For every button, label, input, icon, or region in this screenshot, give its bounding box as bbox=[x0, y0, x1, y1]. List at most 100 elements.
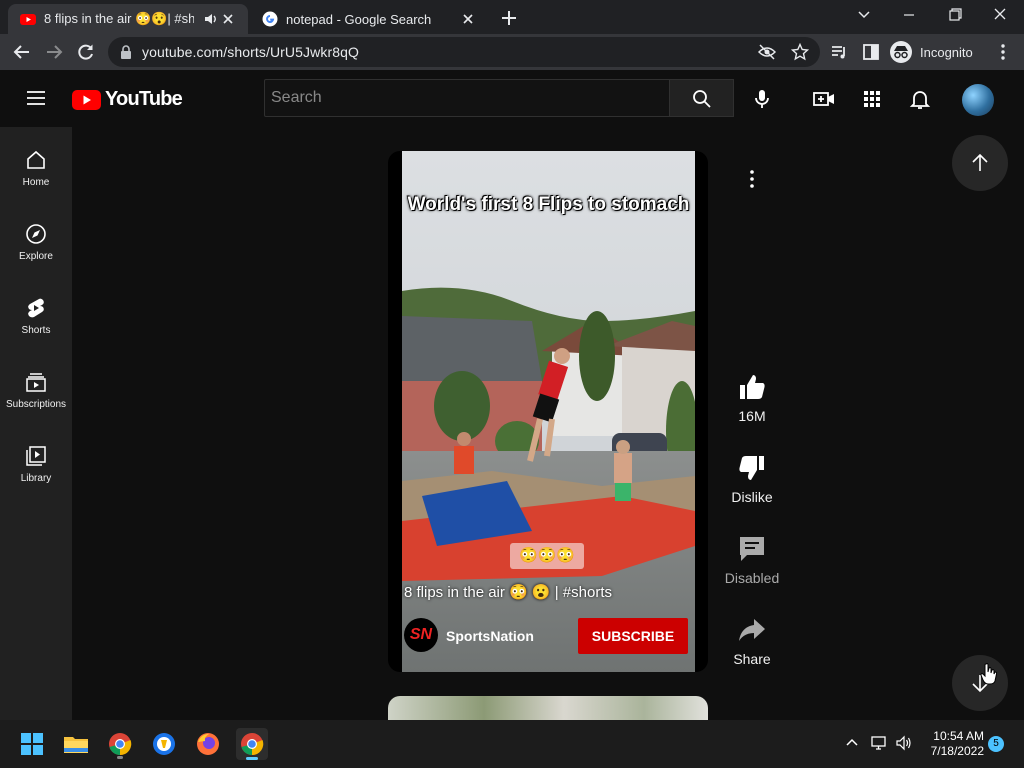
chrome-menu-icon[interactable] bbox=[993, 42, 1013, 62]
channel-name[interactable]: SportsNation bbox=[446, 628, 534, 644]
tab-close-icon[interactable] bbox=[460, 11, 476, 27]
youtube-wordmark: YouTube bbox=[105, 88, 183, 110]
new-tab-icon[interactable] bbox=[498, 7, 520, 29]
sidebar-item-label: Subscriptions bbox=[5, 399, 67, 410]
like-button[interactable]: 16M bbox=[720, 372, 784, 424]
sidebar-item-label: Explore bbox=[19, 251, 53, 262]
lock-icon[interactable] bbox=[120, 45, 132, 59]
search-placeholder: Search bbox=[271, 89, 322, 106]
hamburger-menu-icon[interactable] bbox=[26, 88, 46, 108]
home-icon bbox=[27, 150, 45, 169]
tab-search-chevron-icon[interactable] bbox=[850, 5, 878, 25]
tab-title: notepad - Google Search bbox=[286, 11, 432, 27]
sidebar-item-home[interactable]: Home bbox=[0, 127, 72, 201]
folder-icon bbox=[64, 737, 88, 753]
library-icon bbox=[26, 446, 46, 466]
taskbar-brave[interactable] bbox=[148, 728, 180, 760]
volume-icon[interactable] bbox=[895, 734, 913, 752]
arrow-up-icon bbox=[972, 153, 988, 171]
clock-date: 7/18/2022 bbox=[930, 744, 984, 758]
taskbar-file-explorer[interactable] bbox=[60, 728, 92, 760]
dislike-button[interactable]: Dislike bbox=[720, 453, 784, 505]
window-close-icon[interactable] bbox=[986, 5, 1014, 25]
taskbar-firefox[interactable] bbox=[192, 728, 224, 760]
reload-icon[interactable] bbox=[76, 42, 96, 62]
search-icon bbox=[693, 90, 711, 108]
sidebar-item-label: Shorts bbox=[21, 325, 51, 336]
sidebar-item-label: Library bbox=[20, 473, 52, 484]
search-button[interactable] bbox=[670, 79, 734, 117]
firefox-icon bbox=[197, 733, 219, 755]
comments-button[interactable]: Disabled bbox=[720, 534, 784, 586]
tab-close-icon[interactable] bbox=[220, 11, 236, 27]
clock-time: 10:54 AM bbox=[933, 729, 984, 743]
share-button[interactable]: Share bbox=[720, 615, 784, 667]
show-hidden-icons-chevron-icon[interactable] bbox=[843, 734, 861, 752]
sidebar-item-subscriptions[interactable]: Subscriptions bbox=[0, 349, 72, 423]
microphone-icon[interactable] bbox=[750, 87, 774, 111]
browser-shield-icon bbox=[153, 733, 175, 755]
create-video-icon[interactable] bbox=[812, 87, 836, 111]
running-indicator bbox=[117, 756, 123, 759]
chrome-icon bbox=[241, 733, 264, 756]
compass-icon bbox=[26, 224, 46, 244]
start-button[interactable] bbox=[16, 728, 48, 760]
subscriptions-icon bbox=[26, 373, 46, 392]
notification-count-badge[interactable]: 5 bbox=[988, 736, 1004, 752]
thumbs-up-icon bbox=[740, 375, 765, 399]
windows-start-icon bbox=[21, 733, 43, 755]
active-indicator bbox=[246, 757, 258, 760]
sidebar-item-shorts[interactable]: Shorts bbox=[0, 275, 72, 349]
bookmark-star-icon[interactable] bbox=[791, 43, 809, 61]
comment-icon bbox=[740, 537, 764, 561]
channel-avatar[interactable]: SN bbox=[404, 618, 438, 652]
youtube-header: YouTube Search bbox=[0, 70, 1024, 127]
youtube-favicon-icon bbox=[20, 14, 36, 25]
back-arrow-icon[interactable] bbox=[12, 42, 32, 62]
eye-slash-icon[interactable] bbox=[758, 44, 776, 60]
network-icon[interactable] bbox=[870, 734, 888, 752]
short-title[interactable]: 8 flips in the air 😳 😮 | #shorts bbox=[404, 583, 612, 601]
restore-icon[interactable] bbox=[941, 5, 969, 25]
previous-short-button[interactable] bbox=[952, 135, 1008, 191]
minimize-icon[interactable] bbox=[895, 5, 923, 25]
youtube-logo[interactable]: YouTube bbox=[72, 88, 183, 111]
notifications-bell-icon[interactable] bbox=[908, 87, 932, 111]
system-clock[interactable]: 10:54 AM 7/18/2022 bbox=[922, 729, 984, 759]
thumbs-down-icon bbox=[739, 456, 764, 480]
incognito-label: Incognito bbox=[920, 44, 973, 60]
subscribe-button[interactable]: SUBSCRIBE bbox=[578, 618, 688, 654]
video-caption-overlay: World's first 8 Flips to stomach bbox=[407, 194, 690, 215]
address-bar[interactable]: youtube.com/shorts/UrU5Jwkr8qQ bbox=[108, 37, 820, 67]
incognito-indicator[interactable]: Incognito bbox=[890, 38, 973, 66]
url-text: youtube.com/shorts/UrU5Jwkr8qQ bbox=[142, 44, 359, 60]
more-options-icon[interactable] bbox=[742, 168, 762, 190]
tab-google-search[interactable]: notepad - Google Search bbox=[250, 4, 488, 34]
youtube-play-logo-icon bbox=[72, 89, 101, 110]
emoji-caption: 😳😳😳 bbox=[510, 543, 584, 569]
side-panel-icon[interactable] bbox=[861, 42, 881, 62]
apps-grid-icon[interactable] bbox=[860, 87, 884, 111]
sidebar-item-explore[interactable]: Explore bbox=[0, 201, 72, 275]
google-favicon-icon bbox=[262, 11, 278, 27]
avatar[interactable] bbox=[962, 84, 994, 116]
next-short-preview[interactable] bbox=[388, 696, 708, 720]
video-frame[interactable]: World's first 8 Flips to stomach 😳😳😳 8 f… bbox=[402, 151, 695, 672]
sidebar-item-label: Home bbox=[22, 177, 50, 188]
sidebar-item-library[interactable]: Library bbox=[0, 423, 72, 497]
tab-youtube-short[interactable]: 8 flips in the air 😳😯| #shorts bbox=[8, 4, 248, 34]
incognito-icon bbox=[890, 41, 912, 63]
dislike-label: Dislike bbox=[731, 489, 773, 505]
share-label: Share bbox=[733, 651, 771, 667]
search-input[interactable]: Search bbox=[264, 79, 670, 117]
comments-label: Disabled bbox=[724, 570, 780, 586]
tab-audio-icon[interactable] bbox=[204, 11, 218, 27]
forward-arrow-icon[interactable] bbox=[44, 42, 64, 62]
browser-toolbar: youtube.com/shorts/UrU5Jwkr8qQ Incognito bbox=[0, 34, 1024, 70]
mouse-hand-cursor-icon bbox=[980, 663, 998, 685]
shorts-player[interactable]: World's first 8 Flips to stomach 😳😳😳 8 f… bbox=[388, 151, 708, 672]
browser-tab-strip: 8 flips in the air 😳😯| #shorts notepad -… bbox=[0, 0, 1024, 34]
taskbar-chrome[interactable] bbox=[104, 728, 136, 760]
media-queue-icon[interactable] bbox=[829, 42, 849, 62]
taskbar-chrome-active[interactable] bbox=[236, 728, 268, 760]
